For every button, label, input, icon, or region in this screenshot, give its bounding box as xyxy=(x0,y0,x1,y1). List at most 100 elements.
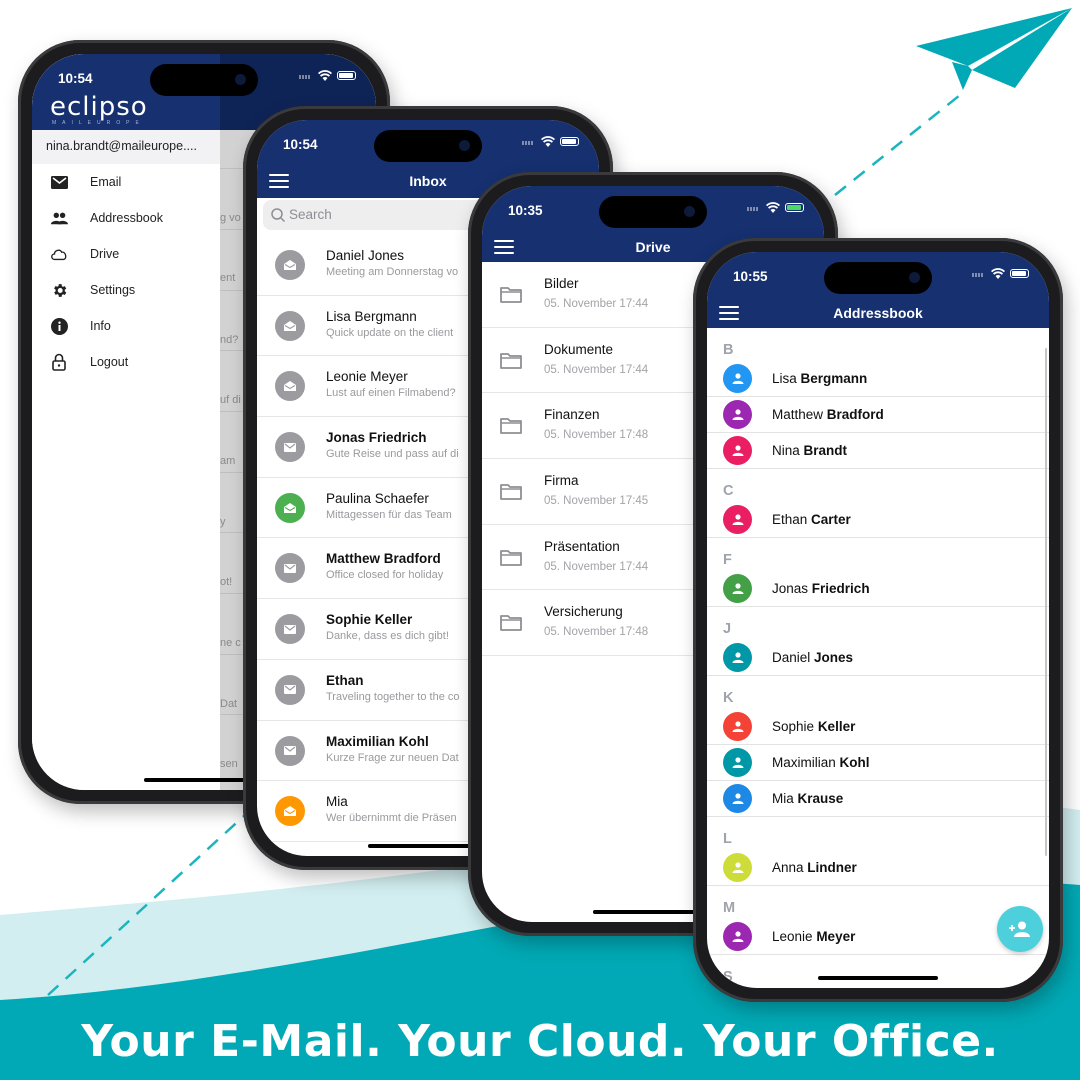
battery-icon xyxy=(337,71,356,80)
lock-icon xyxy=(50,353,68,371)
home-indicator xyxy=(818,976,938,980)
message-preview: Danke, dass es dich gibt! xyxy=(326,630,449,643)
wifi-icon xyxy=(766,202,780,213)
account-email[interactable]: nina.brandt@maileurope.... xyxy=(32,130,220,164)
folder-icon xyxy=(500,549,522,566)
contact-avatar xyxy=(723,748,752,777)
signal-icon xyxy=(747,205,761,211)
dynamic-island xyxy=(150,64,258,96)
contact-first-name: Lisa xyxy=(772,371,797,386)
status-time: 10:54 xyxy=(58,71,93,86)
signal-icon xyxy=(972,271,986,277)
contact-avatar xyxy=(723,922,752,951)
contact-first-name: Daniel xyxy=(772,650,811,665)
folder-name: Finanzen xyxy=(544,407,600,423)
person-icon xyxy=(732,757,743,768)
person-icon xyxy=(732,409,743,420)
gear-icon xyxy=(50,281,68,299)
folder-name: Firma xyxy=(544,473,579,489)
phone-addressbook: Addressbook B Lisa Bergmann Matthew Bradfo… xyxy=(693,238,1063,1002)
cloud-icon xyxy=(50,245,68,263)
folder-name: Bilder xyxy=(544,276,579,291)
message-sender: Jonas Friedrich xyxy=(326,430,427,446)
drawer-item-settings[interactable]: Settings xyxy=(32,272,220,308)
envelope-closed-icon xyxy=(275,553,305,584)
status-time: 10:54 xyxy=(283,137,318,152)
contact-avatar xyxy=(723,784,752,813)
message-sender: Mia xyxy=(326,794,348,810)
drawer-item-label: Info xyxy=(90,319,111,333)
battery-icon xyxy=(560,137,579,146)
section-letter: C xyxy=(723,483,734,499)
contact-list: B Lisa Bergmann Matthew Bradford Nina Brand… xyxy=(707,328,1049,988)
status-bar: 10:54 xyxy=(32,54,376,114)
drawer-item-addressbook[interactable]: Addressbook xyxy=(32,200,220,236)
drawer-item-label: Logout xyxy=(90,355,129,369)
status-icons xyxy=(747,202,804,213)
contact-row[interactable]: Anna Lindner xyxy=(707,850,1049,886)
section-letter: S xyxy=(723,969,733,985)
contact-first-name: Maximilian xyxy=(772,755,836,770)
envelope-icon xyxy=(50,173,68,191)
contact-row[interactable]: Matthew Bradford xyxy=(707,397,1049,433)
contact-avatar xyxy=(723,853,752,882)
search-placeholder: Search xyxy=(289,207,332,222)
contact-row[interactable]: Mia Krause xyxy=(707,781,1049,817)
message-preview: Wer übernimmt die Präsen xyxy=(326,812,457,825)
message-preview: Quick update on the client xyxy=(326,326,454,339)
contact-last-name: Bergmann xyxy=(800,371,868,386)
contact-last-name: Meyer xyxy=(816,929,856,944)
drawer-item-label: Drive xyxy=(90,247,120,261)
section-letter: B xyxy=(723,342,734,358)
contact-last-name: Kohl xyxy=(839,755,870,770)
status-bar: 10:55 xyxy=(707,252,1049,312)
contact-row[interactable]: Daniel Jones xyxy=(707,640,1049,676)
contact-avatar xyxy=(723,364,752,393)
drawer-item-email[interactable]: Email xyxy=(32,164,220,200)
contact-name: Ethan Carter xyxy=(772,512,851,527)
message-sender: Sophie Keller xyxy=(326,612,413,628)
message-sender: Paulina Schaefer xyxy=(326,490,429,506)
drawer-item-drive[interactable]: Drive xyxy=(32,236,220,272)
envelope-open-icon xyxy=(275,250,305,280)
folder-date: 05. November 17:45 xyxy=(544,495,649,508)
dynamic-island xyxy=(374,130,482,162)
contact-last-name: Jones xyxy=(814,650,854,665)
message-preview: Mittagessen für das Team xyxy=(326,508,452,521)
message-preview: Lust auf einen Filmabend? xyxy=(326,387,456,400)
dynamic-island xyxy=(599,196,707,228)
contact-last-name: Keller xyxy=(817,719,856,734)
envelope-open-icon xyxy=(275,310,305,341)
message-sender: Ethan xyxy=(326,672,364,688)
contact-avatar xyxy=(723,712,752,741)
folder-icon xyxy=(500,418,522,435)
contact-row[interactable]: Jonas Friedrich xyxy=(707,571,1049,607)
drawer-item-info[interactable]: Info xyxy=(32,308,220,344)
signal-icon xyxy=(522,139,536,145)
paper-plane-icon xyxy=(916,8,1072,90)
message-preview: Traveling together to the co xyxy=(326,690,460,703)
search-icon xyxy=(271,208,285,222)
contact-name: Jonas Friedrich xyxy=(772,581,870,596)
person-icon xyxy=(732,652,743,663)
add-contact-button[interactable] xyxy=(997,906,1043,952)
message-sender: Lisa Bergmann xyxy=(326,308,417,324)
contact-last-name: Carter xyxy=(811,512,851,527)
contact-row[interactable]: Ethan Carter xyxy=(707,502,1049,538)
scrollbar[interactable] xyxy=(1045,348,1047,856)
contact-last-name: Friedrich xyxy=(811,581,870,596)
contact-name: Matthew Bradford xyxy=(772,407,884,422)
message-preview: Kurze Frage zur neuen Dat xyxy=(326,751,459,764)
contact-row[interactable]: Nina Brandt xyxy=(707,433,1049,469)
folder-date: 05. November 17:44 xyxy=(544,298,649,310)
contact-first-name: Matthew xyxy=(772,407,824,422)
contact-avatar xyxy=(723,436,752,465)
contact-row[interactable]: Lisa Bergmann xyxy=(707,361,1049,397)
contact-name: Mia Krause xyxy=(772,791,843,806)
contact-row[interactable]: Maximilian Kohl xyxy=(707,745,1049,781)
section-letter: F xyxy=(723,552,732,568)
contact-first-name: Jonas xyxy=(772,581,809,596)
folder-name: Präsentation xyxy=(544,538,620,554)
drawer-item-logout[interactable]: Logout xyxy=(32,344,220,380)
contact-row[interactable]: Sophie Keller xyxy=(707,709,1049,745)
